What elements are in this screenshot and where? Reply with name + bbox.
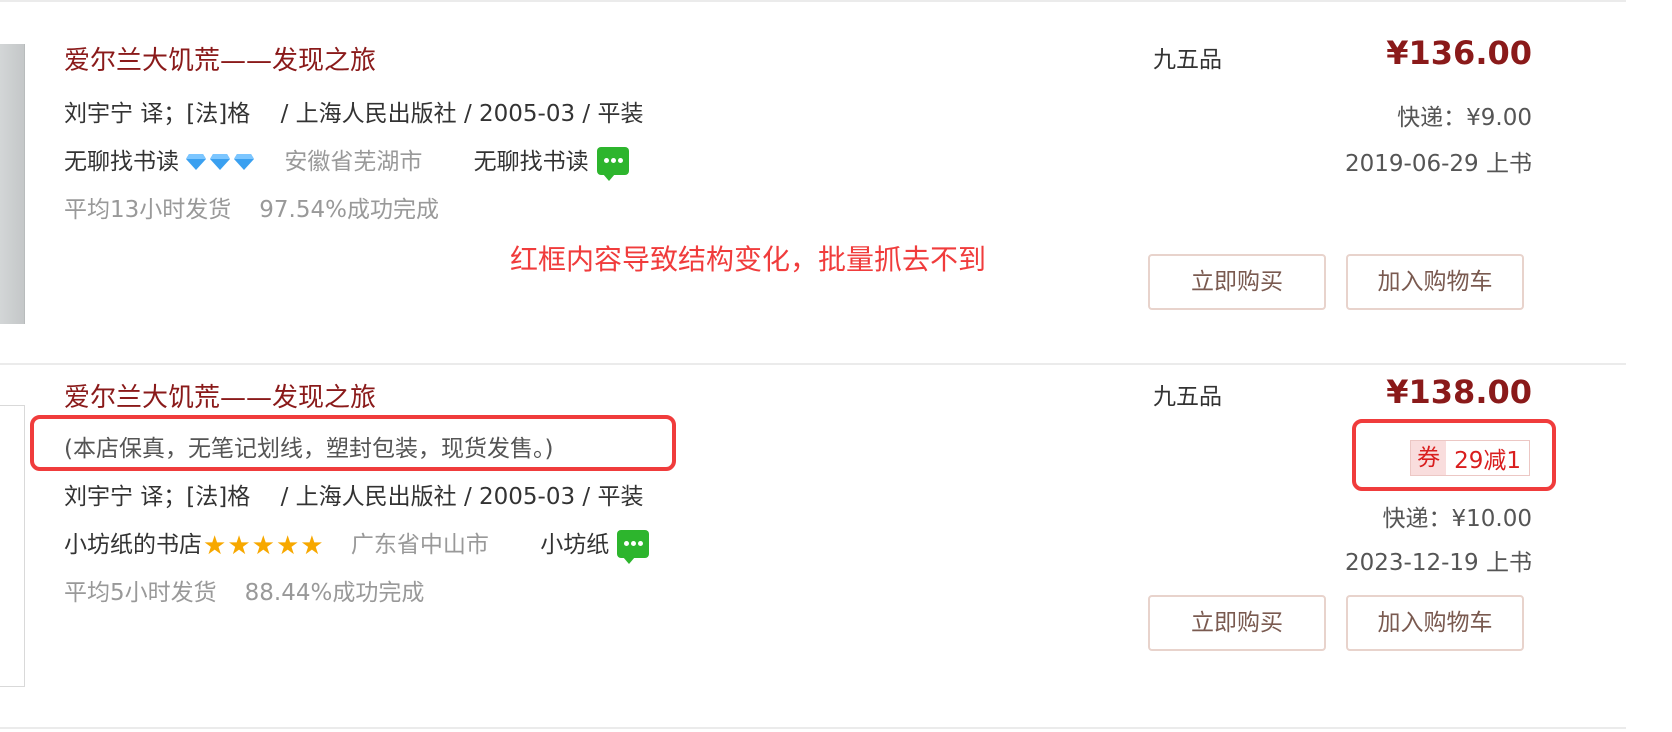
- shop-stats: 平均5小时发货 88.44%成功完成: [64, 573, 424, 607]
- book-thumbnail[interactable]: [0, 44, 25, 324]
- book-thumbnail[interactable]: [0, 405, 25, 687]
- buy-now-button[interactable]: 立即购买: [1148, 254, 1326, 310]
- star-icon: ★★★★★: [203, 531, 324, 561]
- listing-item: 爱尔兰大饥荒——发现之旅 (本店保真，无笔记划线，塑封包装，现货发售。) 刘宇宁…: [0, 365, 1672, 727]
- annotation-red-box: [1352, 419, 1556, 491]
- shop-name-link[interactable]: 无聊找书读: [64, 149, 179, 175]
- seller-name-link[interactable]: 无聊找书读: [474, 149, 589, 175]
- shipping-fee: 快递：¥9.00: [1397, 105, 1532, 131]
- shop-row: 无聊找书读 安徽省芜湖市 无聊找书读: [64, 142, 629, 181]
- annotation-text: 红框内容导致结构变化，批量抓去不到: [510, 243, 987, 276]
- success-rate: 88.44%成功完成: [244, 580, 425, 606]
- divider: [0, 727, 1626, 729]
- chat-icon[interactable]: [596, 147, 629, 181]
- buy-now-button[interactable]: 立即购买: [1148, 595, 1326, 651]
- add-to-cart-button[interactable]: 加入购物车: [1346, 254, 1524, 310]
- add-to-cart-button[interactable]: 加入购物车: [1346, 595, 1524, 651]
- seller-name-link[interactable]: 小坊纸: [540, 532, 609, 558]
- success-rate: 97.54%成功完成: [259, 197, 439, 223]
- diamond-icon: [183, 149, 255, 175]
- shop-name-link[interactable]: 小坊纸的书店: [64, 532, 202, 558]
- condition: 九五品: [1153, 384, 1222, 410]
- shop-location: 安徽省芜湖市: [284, 149, 423, 175]
- shop-location: 广东省中山市: [350, 532, 489, 558]
- book-title-link[interactable]: 爱尔兰大饥荒——发现之旅: [64, 40, 376, 77]
- publication-info: 刘宇宁 译；[法]格 / 上海人民出版社 / 2005-03 / 平装: [64, 101, 644, 127]
- ship-time: 平均13小时发货: [64, 197, 232, 223]
- annotation-red-box: [30, 415, 676, 471]
- chat-icon[interactable]: [617, 530, 650, 564]
- book-title-link[interactable]: 爱尔兰大饥荒——发现之旅: [64, 377, 376, 414]
- price: ¥136.00: [1386, 34, 1532, 72]
- shop-stats: 平均13小时发货 97.54%成功完成: [64, 190, 439, 224]
- condition: 九五品: [1153, 47, 1222, 73]
- shipping-fee: 快递：¥10.00: [1382, 506, 1532, 532]
- shop-row: 小坊纸的书店★★★★★ 广东省中山市 小坊纸: [64, 525, 650, 564]
- ship-time: 平均5小时发货: [64, 580, 217, 606]
- price: ¥138.00: [1386, 373, 1532, 411]
- listing-item: 爱尔兰大饥荒——发现之旅 刘宇宁 译；[法]格 / 上海人民出版社 / 2005…: [0, 2, 1672, 363]
- listed-date: 2023-12-19 上书: [1345, 550, 1532, 576]
- listed-date: 2019-06-29 上书: [1345, 151, 1532, 177]
- publication-info: 刘宇宁 译；[法]格 / 上海人民出版社 / 2005-03 / 平装: [64, 484, 644, 510]
